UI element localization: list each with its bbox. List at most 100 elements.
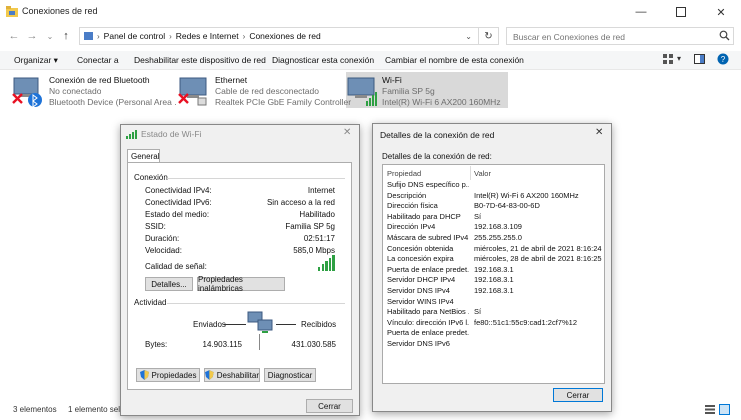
large-icons-view-icon[interactable] — [719, 404, 730, 415]
media-state-value: Habilitado — [299, 210, 335, 219]
detail-value: Sí — [474, 211, 482, 221]
view-dropdown-icon[interactable]: ▾ — [677, 54, 681, 63]
properties-button[interactable]: Propiedades — [136, 368, 200, 382]
dialog-close-icon[interactable]: ✕ — [343, 127, 351, 138]
connection-name: Conexión de red Bluetooth — [49, 75, 150, 85]
detail-property: Concesión obtenida — [387, 243, 454, 253]
organize-button[interactable]: Organizar ▾ — [14, 55, 58, 66]
ipv4-connectivity-value: Internet — [307, 186, 335, 195]
wifi-adapter-icon — [346, 76, 378, 108]
details-close-icon[interactable]: ✕ — [595, 127, 603, 138]
signal-bar — [332, 255, 335, 271]
wifi-signal-icon — [126, 130, 137, 139]
breadcrumb-control-panel[interactable]: Panel de control — [104, 31, 165, 41]
bytes-sent-value: 14.903.115 — [202, 340, 242, 349]
speed-value: 585,0 Mbps — [293, 246, 335, 255]
address-bar[interactable]: › Panel de control › Redes e Internet › … — [79, 27, 479, 45]
disable-device-button[interactable]: Deshabilitar este dispositivo de red — [134, 55, 266, 65]
back-button[interactable]: ← — [6, 27, 22, 45]
signal-bar — [318, 267, 321, 271]
recent-button[interactable]: ⌄ — [42, 27, 58, 45]
connection-name: Ethernet — [215, 75, 248, 85]
rename-button[interactable]: Cambiar el nombre de esta conexión — [385, 55, 524, 65]
connection-wifi[interactable]: Wi-Fi Familia SP 5g Intel(R) Wi-Fi 6 AX2… — [346, 74, 508, 110]
detail-value: Intel(R) Wi-Fi 6 AX200 160MHz — [474, 190, 579, 200]
connection-name: Wi-Fi — [382, 75, 402, 85]
search-box — [506, 27, 734, 45]
disable-button[interactable]: Deshabilitar — [204, 368, 260, 382]
detail-property: Dirección física — [387, 201, 438, 211]
diagnose-button[interactable]: Diagnosticar esta conexión — [272, 55, 374, 65]
detail-property: Servidor DNS IPv6 — [387, 339, 450, 348]
maximize-button[interactable] — [661, 0, 701, 24]
speed-label: Velocidad: — [145, 246, 182, 255]
close-status-button[interactable]: Cerrar — [306, 399, 353, 413]
wireless-properties-button[interactable]: Propiedades inalámbricas — [197, 275, 285, 293]
close-details-button[interactable]: Cerrar — [553, 388, 603, 402]
sent-label: Enviados — [193, 320, 226, 329]
connection-device: Bluetooth Device (Personal Area ... — [49, 97, 177, 107]
close-button[interactable]: ✕ — [701, 0, 741, 24]
chevron-down-icon: ⌄ — [46, 31, 54, 41]
diagnose-dialog-button[interactable]: Diagnosticar — [264, 368, 316, 382]
details-view-icon[interactable] — [705, 405, 715, 414]
arrow-right-icon: → — [26, 30, 38, 42]
shield-icon — [205, 370, 214, 380]
detail-property: Habilitado para NetBios ... — [387, 307, 469, 317]
section-activity: Actividad — [134, 298, 167, 307]
ssid-value: Familia SP 5g — [285, 222, 335, 231]
connection-ethernet[interactable]: Ethernet Cable de red desconectado Realt… — [178, 74, 351, 110]
item-count: 3 elementos — [13, 405, 57, 414]
detail-value: 255.255.255.0 — [474, 233, 522, 242]
detail-value: 192.168.3.109 — [474, 222, 522, 232]
breadcrumb-network-internet[interactable]: Redes e Internet — [176, 31, 239, 41]
breadcrumb-network-connections[interactable]: Conexiones de red — [249, 31, 320, 41]
disable-button-label: Deshabilitar — [216, 370, 259, 380]
connect-to-button[interactable]: Conectar a — [77, 55, 119, 65]
details-dialog-title: Detalles de la conexión de red — [380, 130, 495, 140]
svg-text:?: ? — [721, 55, 726, 64]
detail-property: Descripción — [387, 190, 427, 200]
connection-device: Realtek PCIe GbE Family Controller — [215, 97, 352, 107]
signal-bar — [321, 264, 324, 271]
detail-property: Servidor DNS IPv4 — [387, 286, 450, 295]
network-activity-icon — [247, 310, 275, 338]
arrow-up-icon: ↑ — [63, 30, 69, 42]
duration-label: Duración: — [145, 234, 180, 243]
properties-button-label: Propiedades — [151, 370, 197, 380]
detail-value: 192.168.3.1 — [474, 275, 514, 285]
column-header-property[interactable]: Propiedad — [387, 169, 421, 178]
connection-status: No conectado — [49, 86, 102, 96]
arrow-left-icon: ← — [8, 30, 20, 42]
detail-value: Sí — [474, 307, 482, 317]
help-icon[interactable]: ? — [717, 53, 729, 65]
forward-button[interactable]: → — [24, 27, 40, 45]
detail-property: Servidor WINS IPv4 — [387, 296, 454, 306]
refresh-icon: ↻ — [484, 30, 493, 42]
detail-value: 192.168.3.1 — [474, 286, 514, 295]
refresh-button[interactable]: ↻ — [479, 27, 499, 45]
search-input[interactable] — [511, 29, 715, 45]
control-panel-icon — [84, 32, 93, 40]
address-dropdown-icon[interactable]: ⌄ — [465, 32, 472, 41]
connection-bluetooth[interactable]: Conexión de red Bluetooth No conectado B… — [12, 74, 177, 110]
details-button[interactable]: Detalles... — [145, 277, 193, 291]
detail-value: 192.168.3.1 — [474, 264, 514, 274]
up-button[interactable]: ↑ — [58, 27, 74, 45]
minimize-button[interactable]: — — [621, 0, 661, 24]
view-options-icon[interactable] — [663, 54, 674, 65]
close-icon: ✕ — [716, 6, 726, 19]
ipv6-connectivity-value: Sin acceso a la red — [266, 198, 335, 207]
preview-pane-icon[interactable] — [694, 54, 705, 64]
minimize-icon: — — [635, 6, 647, 18]
connection-status: Familia SP 5g — [382, 86, 435, 96]
selected-count: 1 elemento sele — [68, 405, 125, 414]
column-header-value[interactable]: Valor — [474, 169, 491, 178]
dialog-title: Estado de Wi-Fi — [141, 129, 202, 139]
connection-status: Cable de red desconectado — [215, 86, 319, 96]
detail-property: Servidor DHCP IPv4 — [387, 275, 456, 285]
detail-value: fe80::51c1:55c9:cad1:2cf7%12 — [474, 317, 577, 327]
details-list[interactable]: Propiedad Valor Sufijo DNS específico p.… — [382, 164, 605, 384]
section-connection: Conexión — [134, 173, 168, 182]
detail-property: Dirección IPv4 — [387, 222, 436, 232]
